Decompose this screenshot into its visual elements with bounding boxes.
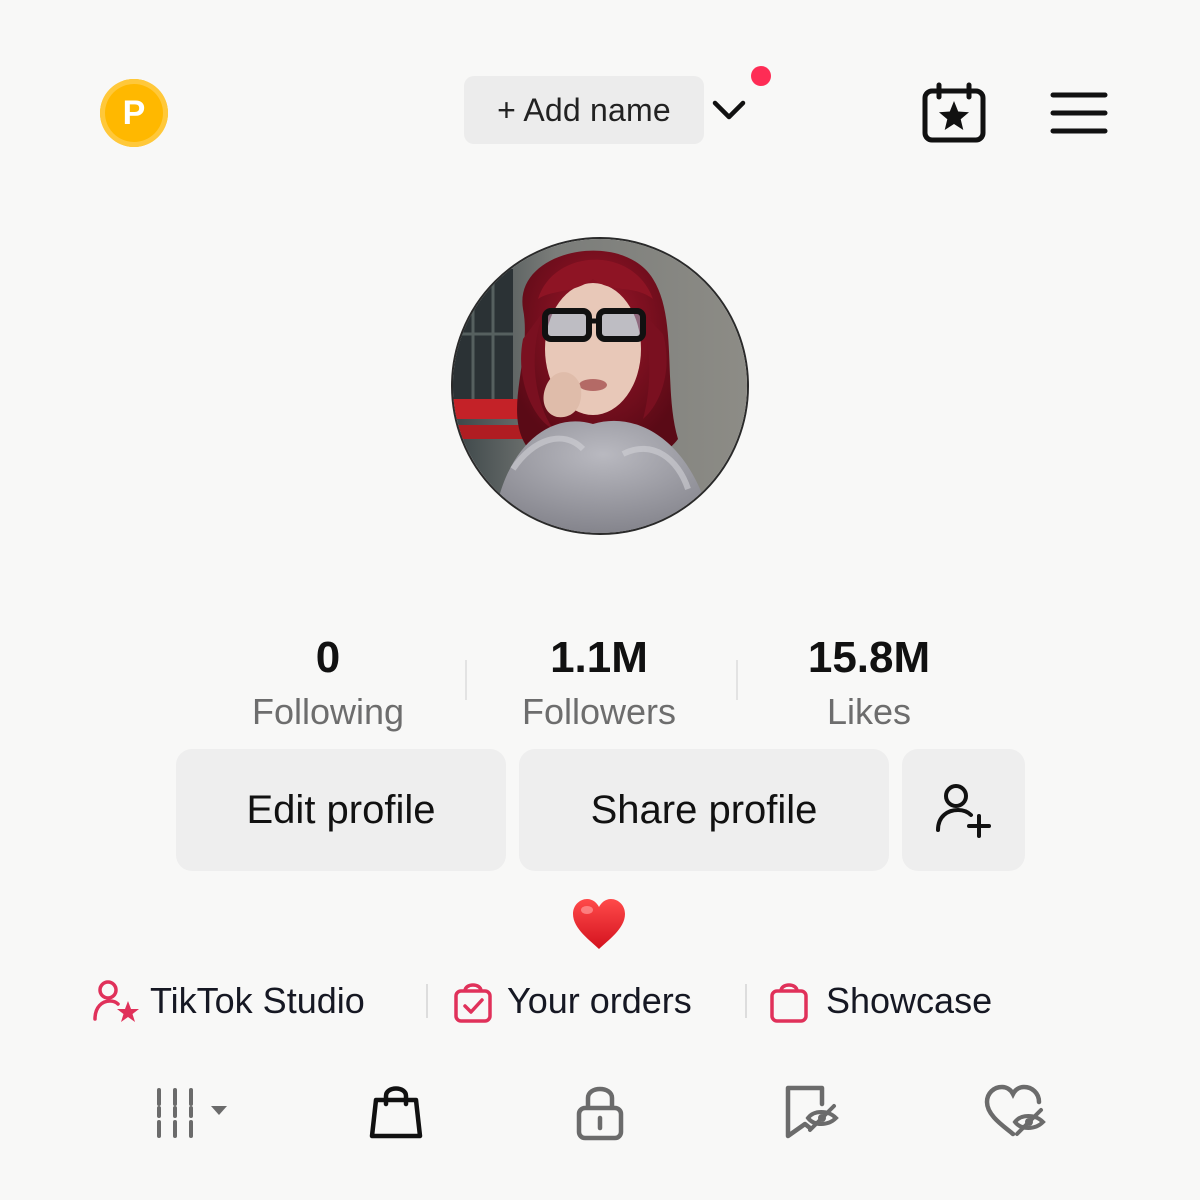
avatar-image — [453, 239, 747, 533]
stat-label: Followers — [521, 691, 677, 732]
avatar[interactable] — [451, 237, 749, 535]
share-profile-button[interactable]: Share profile — [519, 749, 889, 871]
link-label: TikTok Studio — [150, 980, 365, 1021]
creator-star-icon — [93, 980, 139, 1022]
coin-icon[interactable]: P — [100, 79, 168, 147]
add-name-button[interactable]: + Add name — [464, 76, 704, 144]
showcase-link[interactable]: Showcase — [768, 976, 992, 1026]
tab-private[interactable] — [560, 1078, 640, 1146]
notification-dot — [751, 66, 771, 86]
link-label: Your orders — [507, 980, 692, 1021]
menu-icon[interactable] — [1050, 90, 1108, 136]
showcase-bag-icon — [770, 983, 808, 1023]
link-divider — [426, 984, 428, 1018]
calendar-star-icon[interactable] — [920, 82, 988, 144]
edit-profile-button[interactable]: Edit profile — [176, 749, 506, 871]
chevron-down-icon[interactable] — [708, 94, 750, 126]
stat-value: 0 — [315, 633, 341, 682]
stat-label: Likes — [826, 691, 912, 732]
add-person-icon — [935, 784, 991, 838]
lock-icon — [576, 1086, 624, 1141]
stat-followers[interactable]: 1.1M Followers — [479, 630, 719, 738]
link-label: Showcase — [826, 980, 993, 1021]
stat-likes[interactable]: 15.8M Likes — [749, 630, 989, 738]
stat-value: 1.1M — [550, 633, 648, 682]
stat-following[interactable]: 0 Following — [208, 630, 448, 738]
tab-saved[interactable] — [770, 1078, 850, 1146]
your-orders-link[interactable]: Your orders — [452, 976, 692, 1026]
stat-value: 15.8M — [807, 633, 931, 682]
stat-label: Following — [251, 691, 405, 732]
grid-icon — [157, 1088, 227, 1138]
tab-liked[interactable] — [975, 1078, 1055, 1146]
link-divider — [745, 984, 747, 1018]
stat-divider — [465, 660, 467, 700]
add-friend-button[interactable] — [902, 749, 1025, 871]
shopping-bag-icon — [369, 1086, 423, 1139]
tiktok-studio-link[interactable]: TikTok Studio — [92, 976, 365, 1026]
stat-divider — [736, 660, 738, 700]
saved-hidden-icon — [785, 1085, 839, 1139]
orders-bag-icon — [454, 983, 492, 1023]
tab-videos[interactable] — [140, 1078, 240, 1146]
heart-icon — [573, 899, 625, 949]
liked-hidden-icon — [984, 1084, 1046, 1137]
tab-shop[interactable] — [356, 1078, 436, 1146]
